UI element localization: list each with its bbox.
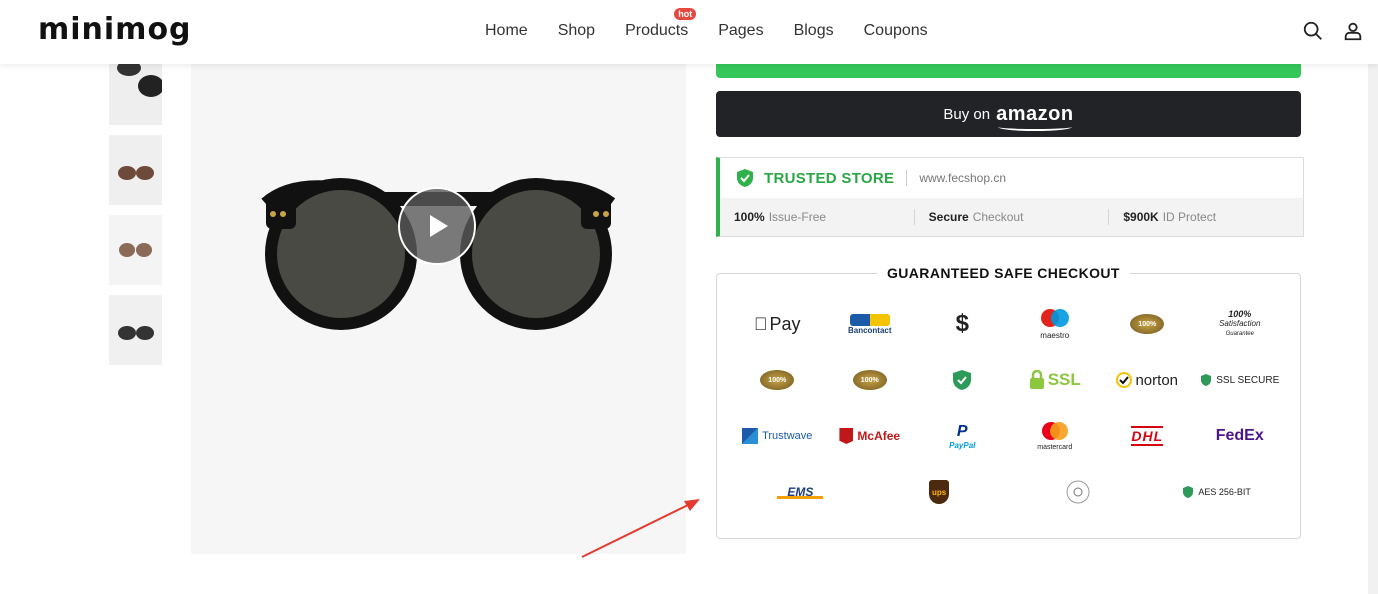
stat-value: $900K xyxy=(1123,210,1159,224)
stat-label: Issue-Free xyxy=(768,210,827,224)
apple-icon:  xyxy=(754,314,768,335)
guarantee-badge-2: 100% xyxy=(731,352,824,408)
buy-on-amazon-button[interactable]: Buy on amazon xyxy=(716,91,1301,137)
sunglasses-thumb-3[interactable] xyxy=(109,215,162,285)
aes-256-bit-logo: AES 256-BIT xyxy=(1147,464,1286,520)
main-nav: Home Shop Products hot Pages Blogs Coupo… xyxy=(485,8,928,40)
mastercard-logo: mastercard xyxy=(1009,408,1102,464)
seal-logo xyxy=(1009,464,1148,520)
hot-badge: hot xyxy=(674,8,697,20)
trustwave-logo: Trustwave xyxy=(731,408,824,464)
product-main-image[interactable] xyxy=(191,64,686,554)
ems-logo: EMS xyxy=(731,464,870,520)
dhl-logo: DHL xyxy=(1131,426,1164,446)
ssl-secure-logo: SSL SECURE xyxy=(1194,352,1287,408)
mcafee-logo: McAfee xyxy=(824,408,917,464)
green-shield-icon xyxy=(916,352,1009,408)
nav-blogs[interactable]: Blogs xyxy=(794,22,834,40)
user-icon[interactable] xyxy=(1342,20,1364,42)
nav-coupons[interactable]: Coupons xyxy=(864,22,928,40)
sunglasses-image xyxy=(261,178,616,330)
search-icon[interactable] xyxy=(1302,20,1324,42)
nav-shop[interactable]: Shop xyxy=(558,22,595,40)
logo[interactable]: minimog xyxy=(38,12,192,47)
norton-check-icon xyxy=(1116,372,1133,388)
dollar-icon: $ xyxy=(955,310,969,337)
stat-secure-checkout: Secure Checkout xyxy=(913,209,1109,225)
store-url: www.fecshop.cn xyxy=(919,171,1007,185)
shield-icon xyxy=(1201,374,1212,386)
sunglasses-thumb-4[interactable] xyxy=(109,295,162,365)
safe-checkout-box: GUARANTEED SAFE CHECKOUT Pay Bancontact… xyxy=(716,265,1301,539)
shield-check-icon xyxy=(737,169,753,187)
stat-value: 100% xyxy=(734,210,765,224)
thumbnail-list xyxy=(109,58,162,375)
maestro-logo: maestro xyxy=(1009,296,1102,352)
nav-pages[interactable]: Pages xyxy=(718,22,763,40)
norton-logo: norton xyxy=(1101,352,1194,408)
apple-pay-logo: Pay xyxy=(731,296,824,352)
guarantee-badge-1: 100% xyxy=(1101,296,1194,352)
paypal-logo: P PayPal xyxy=(949,422,976,450)
shield-icon xyxy=(1183,486,1194,498)
fedex-logo: FedEx xyxy=(1215,427,1264,444)
play-icon xyxy=(430,215,448,237)
stat-label: ID Protect xyxy=(1162,210,1217,224)
buy-on-label: Buy on xyxy=(943,105,991,123)
trusted-store-panel: TRUSTED STORE www.fecshop.cn 100% Issue-F… xyxy=(716,157,1304,237)
payment-badges-row: EMS ups AES 256-BIT xyxy=(731,464,1286,520)
stat-issue-free: 100% Issue-Free xyxy=(720,209,914,225)
sunglasses-thumb-2[interactable] xyxy=(109,135,162,205)
stat-label: Checkout xyxy=(972,210,1024,224)
stat-id-protect: $900K ID Protect xyxy=(1108,209,1303,225)
checkout-title: GUARANTEED SAFE CHECKOUT xyxy=(877,265,1130,281)
play-button[interactable] xyxy=(398,187,476,265)
payment-badges-grid: Pay Bancontact $ maestro 100% 100%Satis… xyxy=(731,296,1286,464)
red-arrow-annotation xyxy=(581,499,700,558)
trusted-store-title: TRUSTED STORE xyxy=(764,169,895,187)
guarantee-badge-3: 100% xyxy=(824,352,917,408)
ups-logo: ups xyxy=(870,464,1009,520)
bancontact-logo: Bancontact xyxy=(824,296,917,352)
ssl-logo: SSL xyxy=(1009,352,1102,408)
nav-products[interactable]: Products hot xyxy=(625,8,697,40)
sunglasses-thumb-1[interactable] xyxy=(109,58,162,125)
amazon-logo: amazon xyxy=(996,102,1074,131)
page-scrollbar[interactable] xyxy=(1368,64,1378,594)
stat-value: Secure xyxy=(928,210,969,224)
satisfaction-guarantee-badge: 100% Satisfaction Guarantee xyxy=(1219,309,1261,337)
header-icons xyxy=(1302,20,1364,42)
divider xyxy=(906,170,908,186)
nav-products-label: Products xyxy=(625,22,689,39)
lock-icon xyxy=(1029,370,1044,389)
site-header: minimog Home Shop Products hot Pages Blo… xyxy=(0,0,1378,64)
nav-home[interactable]: Home xyxy=(485,22,528,40)
